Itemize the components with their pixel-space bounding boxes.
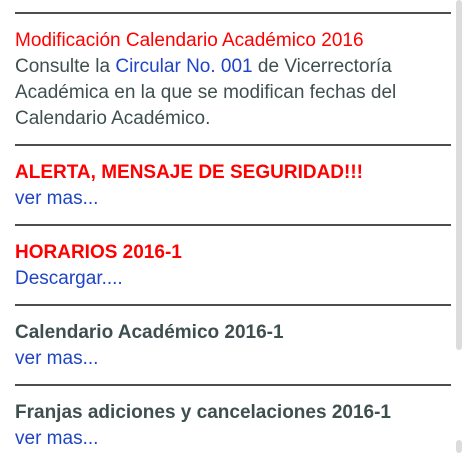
news-title: ALERTA, MENSAJE DE SEGURIDAD!!! (15, 162, 363, 183)
circular-link[interactable]: Circular No. 001 (115, 56, 252, 77)
news-item-calendar-modification: Modificación Calendario Académico 2016 C… (15, 14, 451, 144)
news-title: HORARIOS 2016-1 (15, 242, 182, 263)
news-heading: Modificación Calendario Académico 2016 (15, 30, 364, 51)
news-title: Franjas adiciones y cancelaciones 2016-1 (15, 402, 391, 423)
news-title: Calendario Académico 2016-1 (15, 322, 284, 343)
see-more-link[interactable]: ver mas... (15, 426, 451, 452)
news-item-academic-calendar: Calendario Académico 2016-1 ver mas... (15, 306, 451, 384)
scrollbar-track-end[interactable] (456, 440, 462, 453)
news-item-schedules: HORARIOS 2016-1 Descargar.... (15, 226, 451, 304)
news-body: Consulte la Circular No. 001 de Vicerrec… (15, 54, 451, 132)
news-body-prefix: Consulte la (15, 56, 116, 77)
news-item-add-drop-windows: Franjas adiciones y cancelaciones 2016-1… (15, 386, 451, 464)
news-item-security-alert: ALERTA, MENSAJE DE SEGURIDAD!!! ver mas.… (15, 146, 451, 224)
scrollbar-thumb[interactable] (456, 0, 462, 350)
see-more-link[interactable]: ver mas... (15, 186, 451, 212)
see-more-link[interactable]: ver mas... (15, 346, 451, 372)
download-link[interactable]: Descargar.... (15, 266, 451, 292)
news-panel: Modificación Calendario Académico 2016 C… (15, 0, 451, 464)
